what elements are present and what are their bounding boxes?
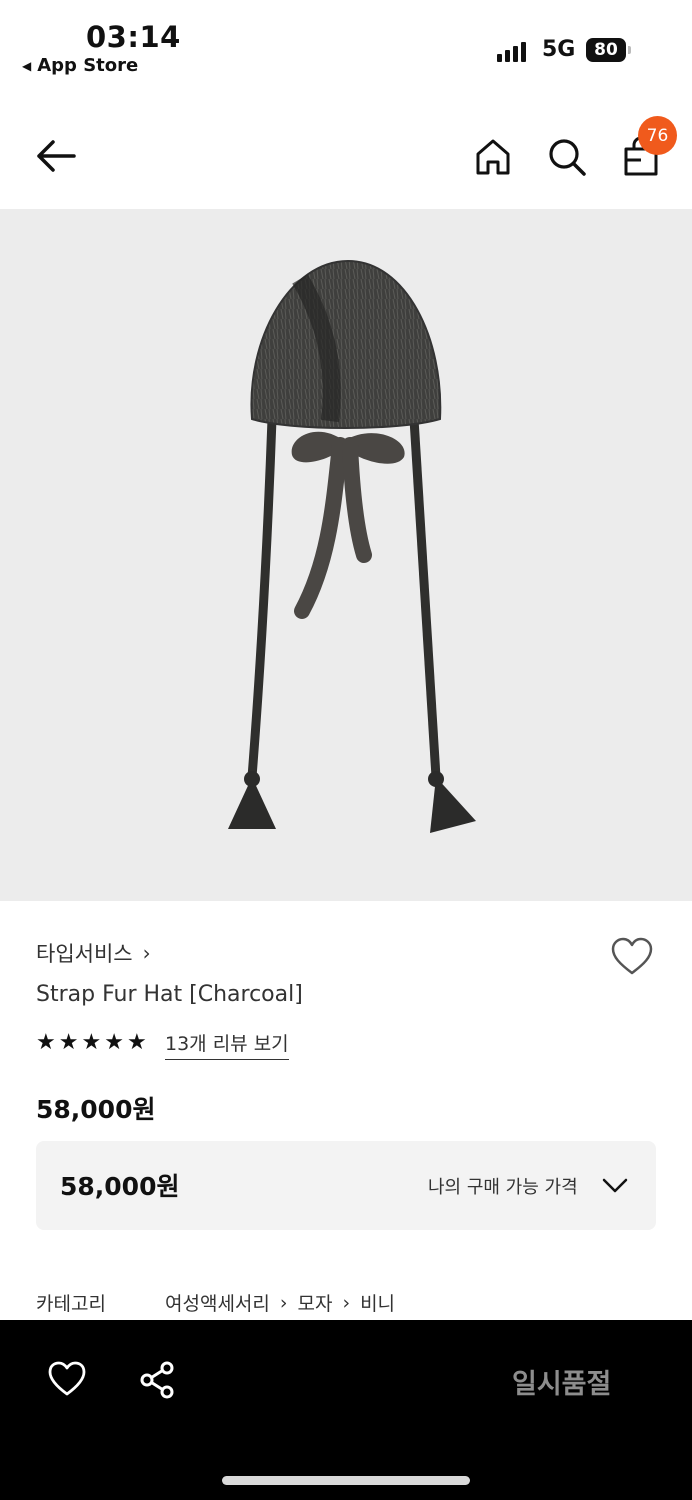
category-breadcrumb: 여성액세서리 › 모자 › 비니 — [165, 1289, 395, 1316]
cellular-signal-icon — [497, 40, 526, 62]
share-icon[interactable] — [138, 1360, 178, 1400]
cart-count-badge: 76 — [638, 116, 677, 155]
star-icon: ★ — [104, 1030, 124, 1055]
rating-stars: ★ ★ ★ ★ ★ — [36, 1030, 147, 1055]
product-title: Strap Fur Hat [Charcoal] — [36, 982, 303, 1007]
my-price-dropdown[interactable]: 58,000원 나의 구매 가능 가격 — [36, 1141, 656, 1230]
back-triangle-icon: ◀ — [22, 58, 32, 73]
chevron-down-icon — [602, 1175, 628, 1195]
category-crumb-2[interactable]: 모자 — [298, 1289, 333, 1316]
soldout-status: 일시품절 — [512, 1369, 612, 1400]
search-icon[interactable] — [547, 137, 587, 177]
category-crumb-1[interactable]: 여성액세서리 — [165, 1289, 270, 1316]
star-icon: ★ — [126, 1030, 147, 1055]
back-to-app-store[interactable]: ◀ App Store — [22, 55, 138, 76]
home-indicator[interactable] — [222, 1476, 470, 1485]
back-arrow-icon[interactable] — [34, 136, 78, 176]
status-time: 03:14 — [86, 20, 181, 54]
wishlist-heart-icon[interactable] — [610, 937, 654, 977]
category-crumb-3[interactable]: 비니 — [360, 1289, 395, 1316]
product-price: 58,000원 — [36, 1095, 156, 1124]
home-icon[interactable] — [474, 137, 512, 177]
chevron-right-icon: › — [279, 1291, 288, 1314]
chevron-right-icon: › — [142, 941, 151, 965]
my-price-value: 58,000원 — [60, 1172, 180, 1201]
fur-hat-illustration — [228, 259, 476, 833]
bottom-heart-icon[interactable] — [47, 1360, 87, 1398]
battery-icon: 80 — [586, 38, 626, 62]
category-label: 카테고리 — [36, 1293, 106, 1315]
star-icon: ★ — [81, 1030, 102, 1055]
star-icon: ★ — [36, 1030, 56, 1055]
battery-level: 80 — [594, 40, 618, 60]
network-type: 5G — [542, 37, 576, 62]
brand-link[interactable]: 타입서비스 › — [36, 938, 151, 968]
chevron-right-icon: › — [342, 1291, 351, 1314]
brand-name: 타입서비스 — [36, 942, 133, 966]
star-icon: ★ — [58, 1030, 79, 1055]
product-image[interactable] — [0, 209, 692, 901]
battery-cap — [628, 46, 631, 54]
bottom-action-bar — [0, 1320, 692, 1500]
my-price-label: 나의 구매 가능 가격 — [428, 1177, 578, 1198]
review-link[interactable]: 13개 리뷰 보기 — [165, 1029, 289, 1060]
back-app-label: App Store — [37, 55, 139, 76]
